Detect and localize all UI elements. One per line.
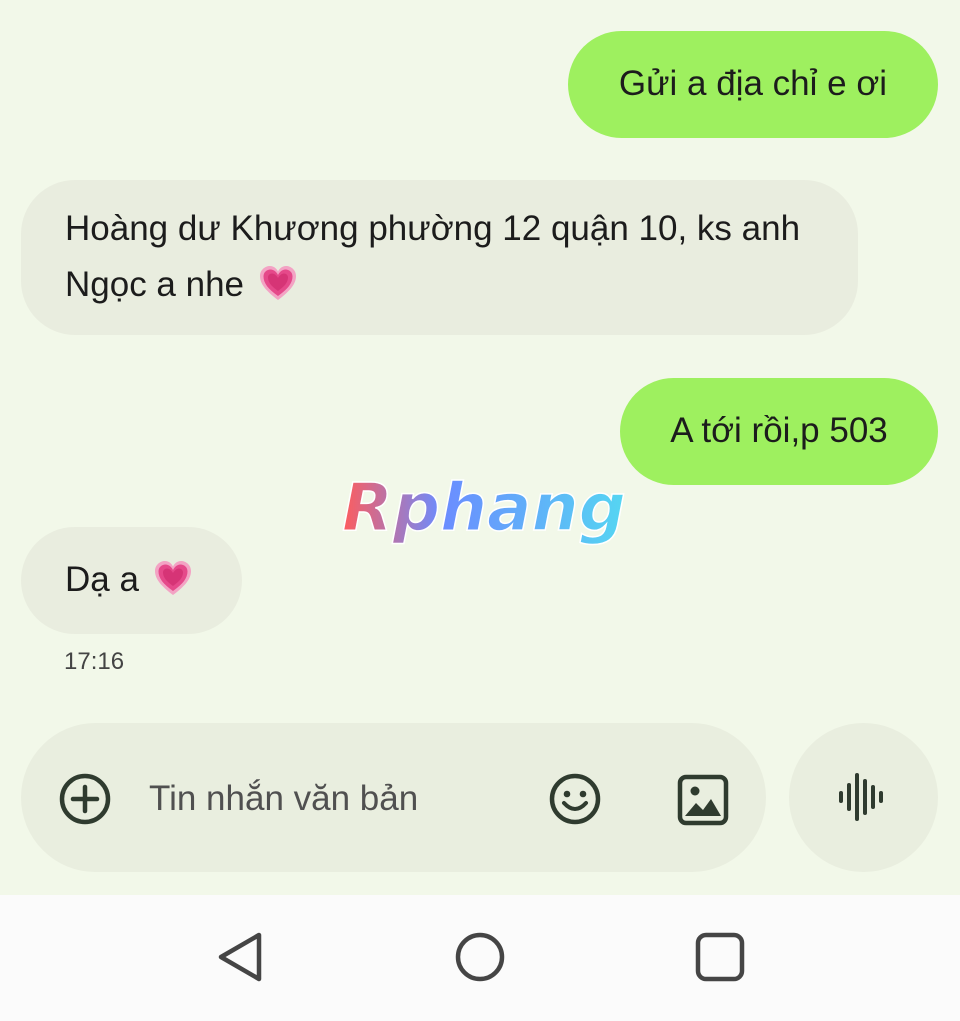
watermark-text: Rphang	[342, 469, 626, 546]
add-circle-icon[interactable]	[57, 771, 113, 827]
home-circle-icon[interactable]	[450, 927, 510, 987]
message-text-input[interactable]: Tin nhắn văn bản	[149, 773, 519, 825]
watermark-logo: Rphang	[336, 466, 636, 556]
recents-square-icon[interactable]	[690, 927, 750, 987]
message-timestamp: 17:16	[64, 648, 125, 675]
conversation-view: Gửi a địa chỉ e ơi Hoàng dư Khương phườn…	[0, 0, 960, 895]
emoji-icon[interactable]	[547, 771, 603, 827]
system-navigation-bar	[0, 895, 960, 1021]
back-triangle-icon[interactable]	[210, 927, 270, 987]
message-text: Dạ a	[65, 560, 139, 599]
pink-heart-icon	[153, 559, 193, 599]
voice-waveform-icon	[839, 773, 883, 821]
message-text: A tới rồi,p 503	[670, 411, 888, 450]
pink-heart-icon	[258, 264, 298, 304]
gallery-icon[interactable]	[676, 773, 730, 827]
incoming-message[interactable]: Hoàng dư Khương phường 12 quận 10, ks an…	[21, 180, 858, 335]
incoming-message[interactable]: Dạ a	[21, 527, 242, 634]
message-text: Gửi a địa chỉ e ơi	[618, 64, 888, 103]
message-text-line: Hoàng dư Khương phường 12 quận 10, ks an…	[65, 209, 801, 248]
message-composer: Tin nhắn văn bản	[21, 723, 766, 872]
outgoing-message[interactable]: A tới rồi,p 503	[620, 378, 938, 485]
message-text-line-with-emoji: Ngọc a nhe	[65, 257, 814, 313]
message-text: Ngọc a nhe	[65, 265, 245, 304]
voice-record-button[interactable]	[789, 723, 938, 872]
outgoing-message[interactable]: Gửi a địa chỉ e ơi	[568, 31, 938, 138]
